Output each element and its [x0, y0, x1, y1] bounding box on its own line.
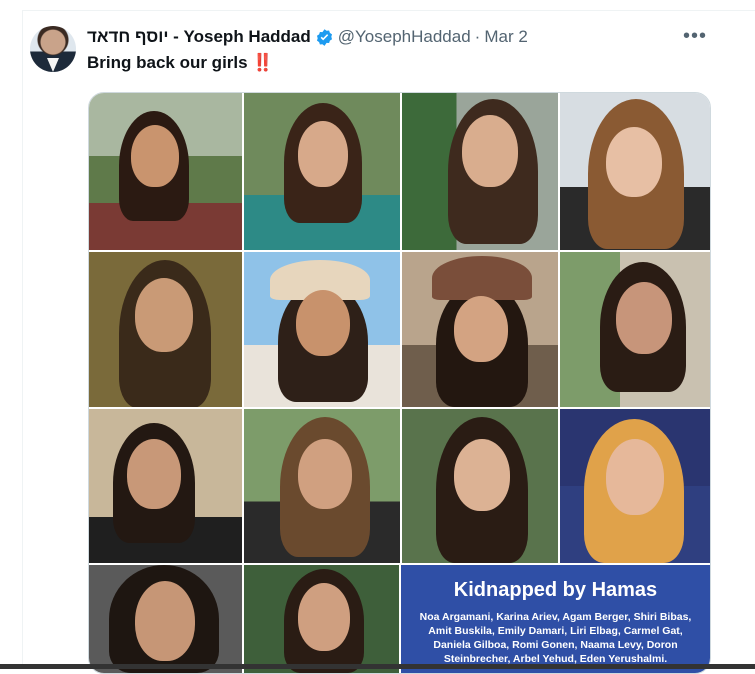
- avatar[interactable]: [30, 26, 76, 72]
- double-exclamation-emoji: ‼️: [252, 53, 274, 72]
- portrait-photo: [244, 252, 400, 407]
- portrait-photo: [89, 409, 242, 563]
- portrait-photo: [244, 565, 399, 673]
- tweet-text: Bring back our girls ‼️: [87, 53, 274, 73]
- portrait-photo: [89, 93, 242, 250]
- portrait-photo: [89, 252, 242, 407]
- tweet-media-image[interactable]: Kidnapped by Hamas Noa Argamani, Karina …: [88, 92, 711, 674]
- window-bottom-bar: [0, 664, 755, 669]
- user-handle[interactable]: @YosephHaddad: [338, 27, 471, 47]
- tweet-date[interactable]: Mar 2: [484, 27, 527, 47]
- portrait-photo: [402, 409, 558, 563]
- caption-title: Kidnapped by Hamas: [453, 579, 658, 601]
- verified-badge-icon: [316, 28, 332, 46]
- tweet-header: יוסף חדאד - Yoseph Haddad @YosephHaddad …: [87, 27, 528, 47]
- caption-names-list: Noa Argamani, Karina Ariev, Agam Berger,…: [419, 611, 692, 665]
- portrait-photo: [402, 252, 558, 407]
- kidnapped-caption-panel: Kidnapped by Hamas Noa Argamani, Karina …: [401, 565, 710, 673]
- header-separator: ·: [474, 27, 481, 46]
- more-horizontal-icon[interactable]: •••: [683, 25, 707, 48]
- portrait-photo: [244, 93, 400, 250]
- portrait-photo: [560, 252, 710, 407]
- tweet-text-body: Bring back our girls: [87, 53, 248, 72]
- portrait-photo: [244, 409, 400, 563]
- portrait-photo: [560, 409, 710, 563]
- portrait-photo: [402, 93, 558, 250]
- tweet-card[interactable]: יוסף חדאד - Yoseph Haddad @YosephHaddad …: [22, 11, 755, 674]
- portrait-photo: [560, 93, 710, 250]
- display-name[interactable]: יוסף חדאד - Yoseph Haddad: [87, 27, 311, 47]
- portrait-photo: [89, 565, 242, 673]
